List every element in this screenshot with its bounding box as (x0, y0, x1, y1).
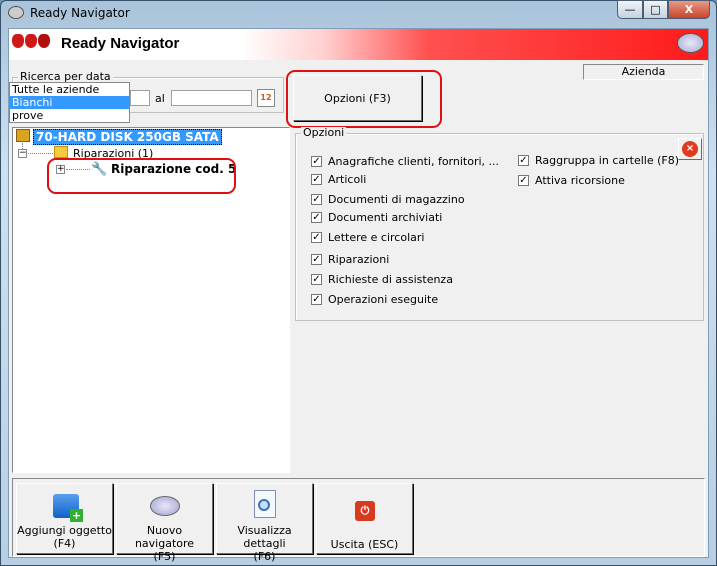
button-shortcut: (F6) (253, 550, 276, 563)
option-ricorsione[interactable]: ✓ Attiva ricorsione (518, 174, 625, 187)
checkbox[interactable]: ✓ (518, 155, 529, 166)
new-navigator-button[interactable]: Nuovo navigatore (F5) (116, 483, 213, 563)
option-documenti-magazzino[interactable]: ✓ Documenti di magazzino (311, 193, 465, 206)
header-title: Ready Navigator (61, 35, 180, 52)
power-icon: ⏻ (355, 501, 375, 521)
option-raggruppa[interactable]: ✓ Raggruppa in cartelle (F8) (518, 154, 679, 167)
dropdown-item[interactable]: prove (10, 109, 129, 122)
minimize-button[interactable]: — (617, 0, 643, 19)
folder-icon (54, 146, 68, 158)
strawberry-logo-icon (12, 34, 50, 48)
option-label: Lettere e circolari (328, 231, 425, 244)
exit-button[interactable]: ⏻ Uscita (ESC) (316, 483, 413, 554)
close-button[interactable]: X (668, 0, 710, 19)
date-to-input[interactable] (171, 90, 252, 106)
close-red-icon: × (682, 141, 698, 157)
checkbox[interactable]: ✓ (311, 232, 322, 243)
option-label: Anagrafiche clienti, fornitori, ... (328, 155, 500, 168)
checkbox[interactable]: ✓ (311, 274, 322, 285)
date-to-label: al (155, 92, 165, 105)
document-magnifier-icon (254, 490, 276, 518)
collapse-icon[interactable]: − (18, 149, 27, 158)
dropdown-item-selected[interactable]: Bianchi (10, 96, 129, 109)
button-label: Uscita (ESC) (330, 538, 399, 551)
window-title: Ready Navigator (30, 6, 130, 20)
annotation-circle (286, 70, 442, 128)
company-field: Azienda (583, 64, 704, 80)
option-label: Documenti archiviati (328, 211, 443, 224)
dropdown-item[interactable]: Tutte le aziende (10, 83, 129, 96)
date-from-input[interactable] (130, 90, 150, 106)
option-label: Operazioni eseguite (328, 293, 439, 306)
option-riparazioni[interactable]: ✓ Riparazioni (311, 253, 389, 266)
company-dropdown-list[interactable]: Tutte le aziende Bianchi prove (9, 82, 130, 123)
button-shortcut: (F4) (53, 537, 76, 550)
checkbox[interactable]: ✓ (311, 254, 322, 265)
tree-line (28, 153, 53, 154)
button-label: Aggiungi oggetto (17, 524, 112, 537)
annotation-circle (47, 158, 236, 194)
option-label: Richieste di assistenza (328, 273, 453, 286)
calendar-icon[interactable]: 12 (257, 89, 275, 107)
checkbox[interactable]: ✓ (311, 294, 322, 305)
option-label: Articoli (328, 173, 367, 186)
option-label: Attiva ricorsione (535, 174, 625, 187)
option-label: Documenti di magazzino (328, 193, 465, 206)
checkbox[interactable]: ✓ (518, 175, 529, 186)
add-object-icon: + (53, 494, 83, 522)
button-label: Visualizza dettagli (237, 524, 292, 550)
tree-root-node[interactable]: 70-HARD DISK 250GB SATA (33, 129, 222, 145)
option-lettere[interactable]: ✓ Lettere e circolari (311, 231, 424, 244)
checkbox[interactable]: ✓ (311, 212, 322, 223)
option-operazioni[interactable]: ✓ Operazioni eseguite (311, 293, 438, 306)
view-details-button[interactable]: Visualizza dettagli (F6) (216, 483, 313, 563)
checkbox[interactable]: ✓ (311, 156, 322, 167)
checkbox[interactable]: ✓ (311, 174, 322, 185)
option-articoli[interactable]: ✓ Articoli (311, 173, 366, 186)
options-panel-label: Opzioni (301, 126, 347, 139)
hard-disk-icon (16, 129, 30, 142)
button-label: Nuovo navigatore (134, 524, 195, 550)
maximize-button[interactable]: □ (643, 0, 668, 19)
compass-app-icon (8, 6, 24, 19)
compass-icon (150, 496, 180, 516)
close-options-button[interactable]: × (678, 138, 702, 160)
option-documenti-archiviati[interactable]: ✓ Documenti archiviati (311, 211, 442, 224)
option-anagrafiche[interactable]: ✓ Anagrafiche clienti, fornitori, ... (311, 155, 499, 168)
option-label: Riparazioni (328, 253, 390, 266)
compass-icon (677, 33, 704, 53)
option-label: Raggruppa in cartelle (F8) (535, 154, 680, 167)
option-richieste[interactable]: ✓ Richieste di assistenza (311, 273, 453, 286)
button-shortcut: (F5) (153, 550, 176, 563)
add-object-button[interactable]: + Aggiungi oggetto (F4) (16, 483, 113, 554)
checkbox[interactable]: ✓ (311, 194, 322, 205)
